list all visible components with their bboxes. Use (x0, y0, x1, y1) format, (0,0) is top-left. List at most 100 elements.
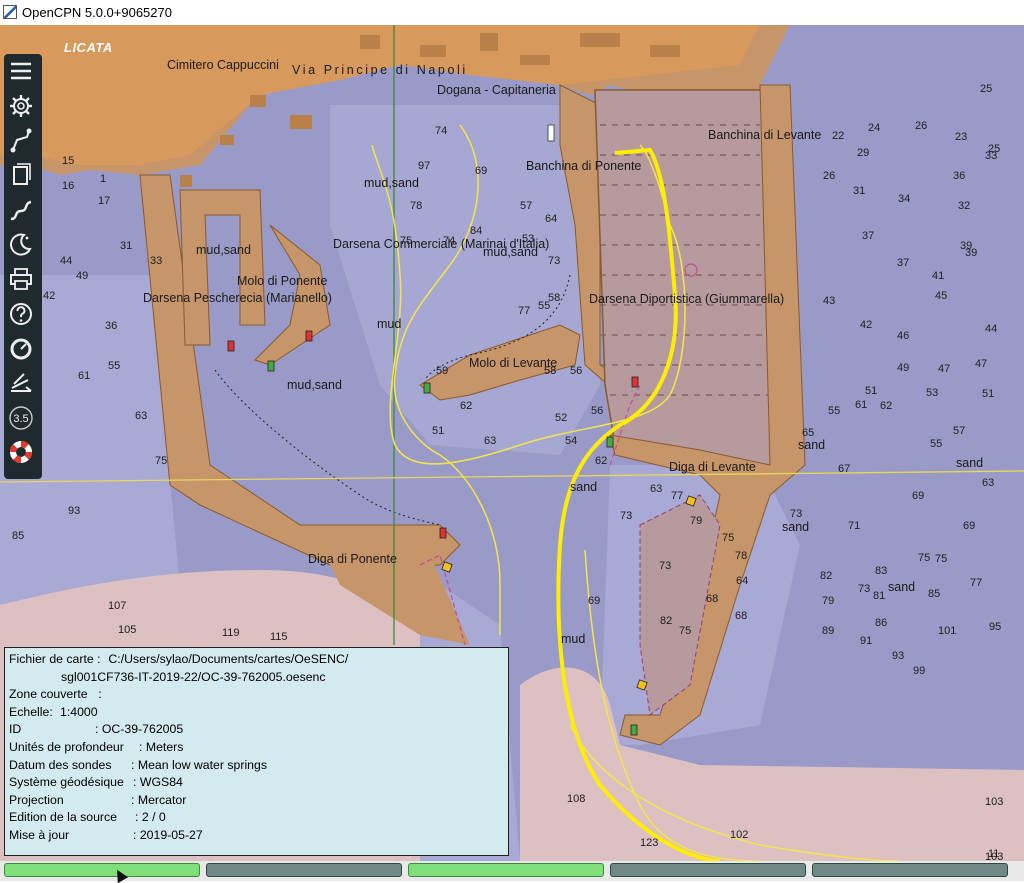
depth-sounding: 68 (706, 593, 719, 605)
depth-sounding: 95 (989, 621, 1002, 633)
depth-sounding: 52 (555, 412, 568, 424)
depth-sounding: 43 (823, 295, 836, 307)
depth-sounding: 62 (595, 455, 608, 467)
depth-sounding: 64 (545, 213, 558, 225)
depth-sounding: 77 (518, 305, 531, 317)
depth-sounding: 42 (860, 319, 873, 331)
track-icon[interactable] (8, 197, 38, 227)
depth-sounding: 32 (958, 200, 971, 212)
info-value: sgl001CF736-IT-2019-22/OC-39-762005.oese… (61, 669, 326, 684)
depth-sounding: 73 (659, 560, 672, 572)
info-key: Projection (9, 792, 64, 807)
label-cimitero-cappuccini: Cimitero Cappuccini (167, 58, 279, 72)
depth-sounding: 99 (913, 665, 926, 677)
depth-sounding: 51 (982, 388, 995, 400)
depth-sounding: 107 (108, 600, 127, 612)
depth-sounding: 59 (436, 365, 449, 377)
info-row-chart-file: Fichier de carte : C:/Users/sylao/Docume… (9, 651, 508, 669)
depth-sounding: 36 (953, 170, 966, 182)
depth-sounding: 78 (735, 550, 748, 562)
info-key: Edition de la source (9, 810, 118, 825)
info-row-chart-file-cont: sgl001CF736-IT-2019-22/OC-39-762005.oese… (9, 669, 508, 687)
depth-sounding: 26 (823, 170, 836, 182)
label-sand-5: sand (570, 480, 598, 494)
info-value: : Mercator (131, 792, 187, 807)
chart-bar-segment-3[interactable] (408, 863, 604, 877)
chart-bar (0, 861, 1024, 881)
info-value: C:/Users/sylao/Documents/cartes/OeSENC/ (105, 652, 349, 666)
depth-sounding: 56 (591, 405, 604, 417)
depth-sounding: 93 (68, 505, 81, 517)
menu-icon[interactable] (8, 58, 38, 88)
depth-sounding: 42 (43, 290, 56, 302)
chart-bar-segment-4[interactable] (610, 863, 806, 877)
label-darsena-pescherecia: Darsena Pescherecia (Marianello) (143, 291, 332, 305)
help-icon[interactable] (8, 301, 38, 331)
depth-sounding: 91 (860, 635, 873, 647)
depth-sounding: 73 (620, 510, 633, 522)
depth-sounding: 58 (548, 292, 561, 304)
info-row-projection: Projection : Mercator (9, 792, 508, 810)
info-value: 1:4000 (60, 704, 98, 719)
depth-sounding: 24 (868, 122, 881, 134)
info-value: : 2019-05-27 (133, 827, 203, 842)
dashboard-icon[interactable] (8, 336, 38, 366)
depth-sounding: 73 (858, 583, 871, 595)
route-manager-icon[interactable] (8, 162, 38, 192)
info-value: : (95, 687, 102, 702)
opencpn-app-icon (3, 5, 17, 19)
depth-sounding: 75 (155, 455, 168, 467)
depth-sounding: 101 (938, 625, 957, 637)
info-row-id: ID: OC-39-762005 (9, 721, 508, 739)
window-title: OpenCPN 5.0.0+9065270 (22, 5, 172, 20)
label-mud-sand-3: mud,sand (196, 243, 251, 257)
label-banchina-di-ponente: Banchina di Ponente (526, 159, 642, 173)
version-badge[interactable]: 3.5 (8, 405, 38, 435)
info-value: : Meters (139, 739, 184, 754)
info-key: Fichier de carte : (9, 652, 101, 666)
depth-sounding: 84 (470, 225, 483, 237)
route-icon[interactable] (8, 128, 38, 158)
print-icon[interactable] (8, 266, 38, 296)
depth-sounding: 34 (898, 193, 911, 205)
color-scheme-icon[interactable] (8, 231, 38, 261)
version-badge-label: 3.5 (13, 413, 28, 425)
info-row-scale: Echelle: 1:4000 (9, 704, 508, 722)
settings-icon[interactable] (8, 93, 38, 123)
depth-sounding: 41 (932, 270, 945, 282)
label-banchina-di-levante: Banchina di Levante (708, 128, 822, 142)
depth-sounding: 75 (679, 625, 692, 637)
depth-sounding: 55 (828, 405, 841, 417)
chart-bar-segment-5[interactable] (812, 863, 1008, 877)
depth-sounding: 63 (135, 410, 148, 422)
label-sand-1: sand (798, 438, 826, 452)
info-value: : Mean low water springs (131, 757, 268, 772)
depth-sounding: 46 (897, 330, 910, 342)
info-row-updated: Mise à jour: 2019-05-27 (9, 827, 508, 845)
depth-sounding: 75 (722, 532, 735, 544)
depth-sounding: 45 (935, 290, 948, 302)
lifebuoy-icon[interactable] (8, 439, 38, 469)
label-molo-di-ponente: Molo di Ponente (237, 274, 328, 288)
depth-sounding: 119 (222, 627, 240, 639)
title-bar: OpenCPN 5.0.0+9065270 (0, 0, 1024, 26)
depth-sounding: 47 (975, 358, 988, 370)
depth-sounding: 57 (520, 200, 533, 212)
depth-sounding: 85 (928, 588, 941, 600)
label-sand-2: sand (956, 456, 984, 470)
depth-sounding: 71 (848, 520, 861, 532)
label-sand-4: sand (888, 580, 916, 594)
depth-sounding: 44 (60, 255, 73, 267)
chart-bar-segment-2[interactable] (206, 863, 402, 877)
depth-sounding: 79 (822, 595, 835, 607)
depth-sounding: 83 (875, 565, 888, 577)
depth-sounding: 51 (432, 425, 445, 437)
depth-sounding: 61 (855, 399, 868, 411)
label-via-principe-di-napoli: Via Principe di Napoli (292, 63, 468, 77)
chart-bar-segment-1[interactable] (4, 863, 200, 877)
label-darsena-diportistica: Darsena Diportistica (Giummarella) (589, 292, 785, 306)
tides-icon[interactable] (8, 370, 38, 400)
label-sand-3: sand (782, 520, 810, 534)
label-dogana-capitaneria: Dogana - Capitaneria (437, 83, 556, 97)
label-mud-sand-4: mud,sand (287, 378, 342, 392)
